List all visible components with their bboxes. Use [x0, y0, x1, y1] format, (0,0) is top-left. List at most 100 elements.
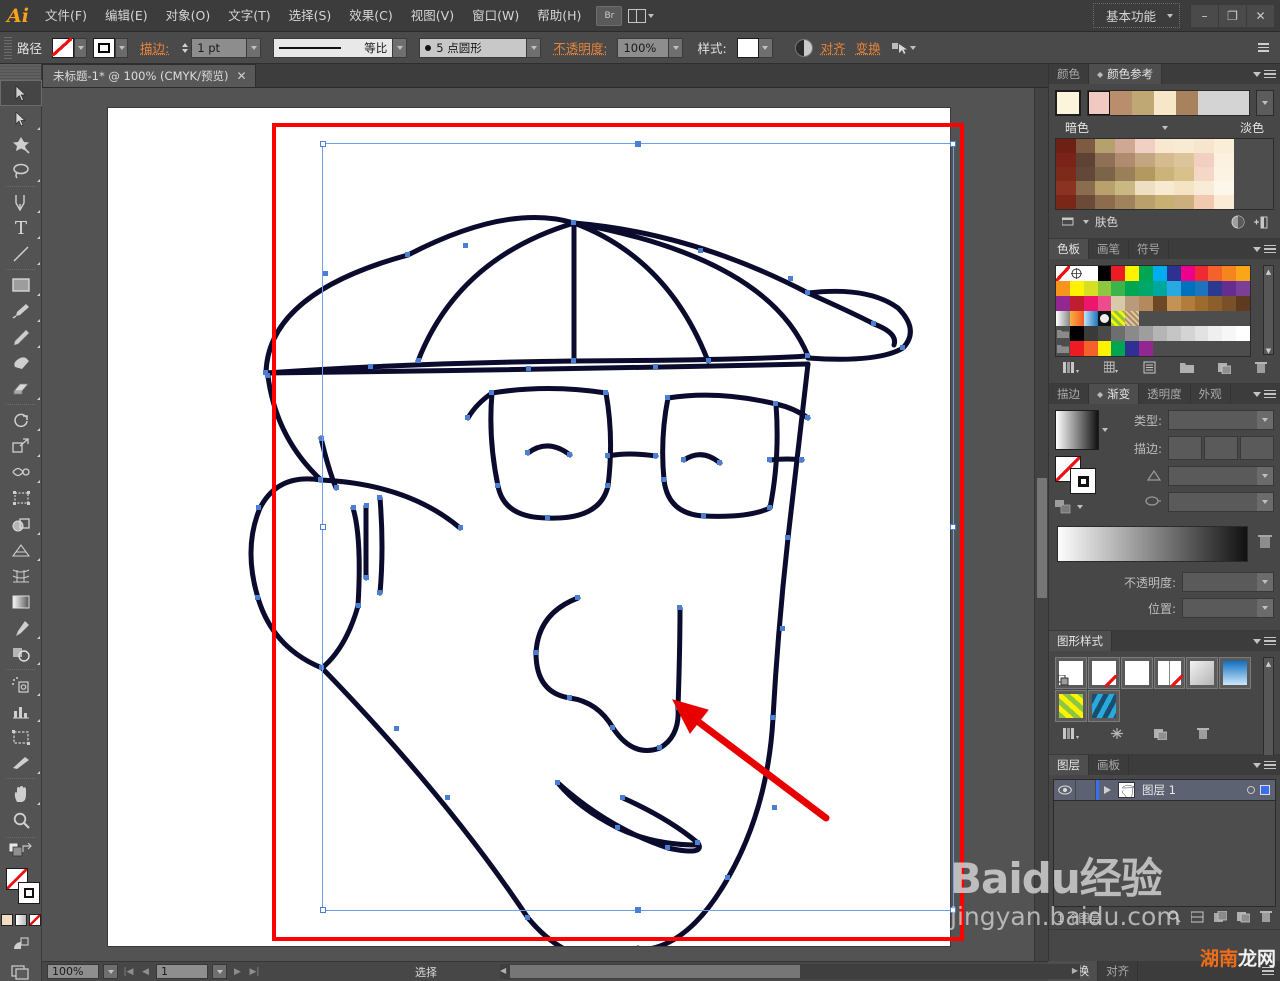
lock-toggle[interactable]: [1076, 780, 1096, 800]
selection-handle[interactable]: [950, 524, 956, 530]
canvas-vertical-scrollbar[interactable]: [1034, 88, 1048, 961]
chevron-right-icon[interactable]: [1099, 786, 1115, 794]
tab-transparency[interactable]: 透明度: [1139, 384, 1191, 404]
harmony-rules-swatches[interactable]: [1087, 90, 1250, 116]
stroke-across-button[interactable]: [1240, 436, 1274, 460]
rotate-tool[interactable]: [0, 407, 42, 433]
minimize-button[interactable]: –: [1190, 4, 1218, 27]
perspective-grid-tool[interactable]: [0, 537, 42, 563]
chevron-down-icon[interactable]: [1102, 428, 1108, 432]
gradient-tool[interactable]: [0, 589, 42, 615]
drawing-mode-button[interactable]: [0, 936, 41, 951]
layers-list[interactable]: 图层 1: [1053, 779, 1276, 801]
swap-fill-stroke-icon[interactable]: [22, 842, 35, 858]
scale-tool[interactable]: [0, 433, 42, 459]
zoom-level-field[interactable]: 100%: [47, 964, 99, 979]
eyedropper-tool[interactable]: [0, 615, 42, 641]
selection-handle[interactable]: [635, 907, 641, 913]
gradient-panel-menu[interactable]: [1253, 384, 1280, 404]
slice-tool[interactable]: [0, 750, 42, 776]
tab-color-guide[interactable]: ◆ 颜色参考: [1089, 64, 1163, 84]
stroke-weight-field[interactable]: 1 pt: [191, 37, 248, 58]
control-panel-menu-icon[interactable]: [1258, 41, 1274, 55]
delete-gradient-stop-icon[interactable]: [1258, 533, 1274, 551]
selection-handle[interactable]: [635, 141, 641, 147]
default-fill-stroke-controls[interactable]: [0, 840, 41, 862]
column-graph-tool[interactable]: [0, 698, 42, 724]
edit-colors-icon[interactable]: [1230, 215, 1246, 229]
scrollbar-thumb[interactable]: [510, 965, 800, 978]
pencil-tool[interactable]: [0, 324, 42, 350]
style-cell[interactable]: [1087, 657, 1120, 689]
blend-tool[interactable]: [0, 641, 42, 667]
arrange-documents-button[interactable]: [628, 8, 655, 23]
menu-view[interactable]: 视图(V): [402, 0, 463, 32]
swatches-grid[interactable]: [1055, 265, 1251, 357]
layer-selection-square-icon[interactable]: [1260, 785, 1270, 795]
graphic-styles-panel-menu[interactable]: [1253, 631, 1280, 651]
locate-object-icon[interactable]: [1168, 910, 1181, 926]
pen-tool[interactable]: [0, 189, 42, 215]
reverse-gradient-button[interactable]: [1055, 500, 1110, 514]
opacity-field[interactable]: 100%: [617, 37, 670, 58]
selection-handle[interactable]: [320, 524, 326, 530]
menu-edit[interactable]: 编辑(E): [96, 0, 157, 32]
menu-help[interactable]: 帮助(H): [528, 0, 590, 32]
menu-select[interactable]: 选择(S): [280, 0, 341, 32]
close-button[interactable]: ✕: [1246, 4, 1274, 27]
style-cell[interactable]: [1120, 657, 1153, 689]
gradient-stroke-type-buttons[interactable]: [1168, 436, 1274, 460]
color-guide-panel-menu[interactable]: [1253, 64, 1280, 84]
menu-object[interactable]: 对象(O): [157, 0, 220, 32]
tab-gradient[interactable]: ◆ 渐变: [1089, 384, 1140, 404]
opacity-dropdown[interactable]: [669, 37, 684, 58]
artboard-tool[interactable]: [0, 724, 42, 750]
eye-icon[interactable]: [1054, 780, 1076, 800]
style-cell[interactable]: [1055, 690, 1087, 722]
scroll-right-icon[interactable]: ▶: [1072, 966, 1078, 975]
gradient-stroke-swatch[interactable]: [1070, 468, 1096, 494]
selection-handle[interactable]: [320, 141, 326, 147]
screen-mode-button[interactable]: [0, 965, 41, 980]
type-tool[interactable]: T: [0, 215, 42, 241]
shape-builder-tool[interactable]: [0, 511, 42, 537]
harmony-swatch[interactable]: [1176, 91, 1198, 115]
style-cell[interactable]: [1055, 657, 1087, 689]
new-sublayer-icon[interactable]: [1214, 910, 1228, 926]
symbol-sprayer-tool[interactable]: [0, 672, 42, 698]
line-segment-tool[interactable]: [0, 241, 42, 267]
gradient-angle-field[interactable]: [1168, 466, 1274, 486]
lasso-tool[interactable]: [0, 158, 42, 184]
restore-button[interactable]: ❐: [1218, 4, 1246, 27]
swatches-scrollbar[interactable]: ▲ ▼: [1263, 265, 1274, 355]
tools-panel-grip[interactable]: [0, 64, 41, 80]
gradient-aspect-field[interactable]: [1168, 492, 1274, 512]
fill-stroke-indicator[interactable]: [0, 866, 42, 910]
align-button[interactable]: 对齐: [821, 38, 846, 57]
graphic-styles-grid[interactable]: [1055, 657, 1251, 722]
break-link-to-style-icon[interactable]: [1110, 727, 1124, 743]
stroke-swatch-black-icon[interactable]: [18, 882, 40, 904]
mesh-tool[interactable]: [0, 563, 42, 589]
gradient-opacity-field[interactable]: [1182, 572, 1274, 592]
tab-swatches[interactable]: 色板: [1049, 239, 1089, 259]
fill-color-control[interactable]: [52, 37, 88, 58]
stroke-dropdown-arrow[interactable]: [115, 37, 129, 58]
magic-wand-tool[interactable]: [0, 132, 42, 158]
harmony-swatch[interactable]: [1110, 91, 1132, 115]
selection-bounding-box[interactable]: [320, 141, 956, 913]
limit-library-icon[interactable]: [1061, 215, 1077, 229]
style-cell[interactable]: [1087, 690, 1120, 722]
new-graphic-style-icon[interactable]: [1154, 728, 1168, 743]
range-slider-handle[interactable]: [1161, 125, 1168, 130]
harmony-swatch[interactable]: [1154, 91, 1176, 115]
harmony-rules-dropdown[interactable]: [1256, 90, 1274, 116]
close-icon[interactable]: ✕: [236, 69, 246, 83]
new-color-group-icon[interactable]: [1180, 362, 1194, 376]
tab-artboards[interactable]: 画板: [1089, 755, 1129, 775]
selection-handle[interactable]: [320, 907, 326, 913]
stroke-weight-label[interactable]: 描边:: [140, 38, 169, 57]
menu-effect[interactable]: 效果(C): [340, 0, 401, 32]
style-cell[interactable]: [1153, 657, 1186, 689]
width-tool[interactable]: [0, 459, 42, 485]
